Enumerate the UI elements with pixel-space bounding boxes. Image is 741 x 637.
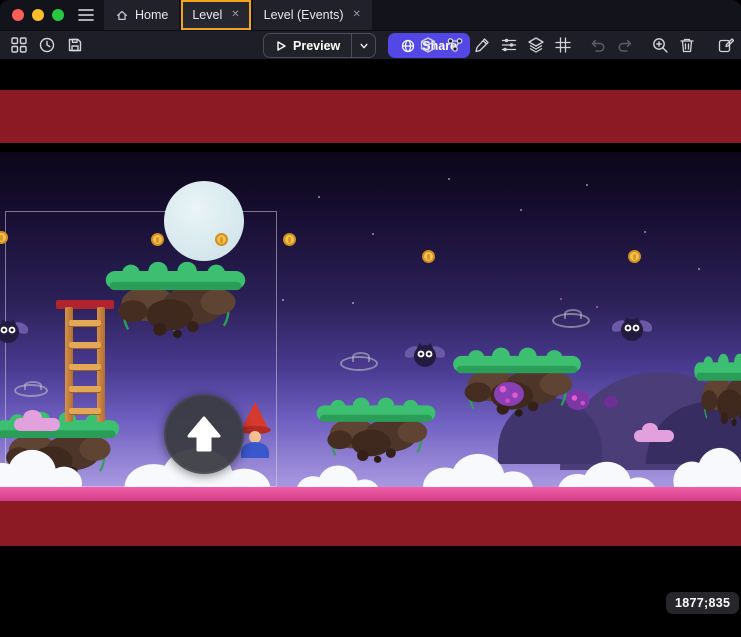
chevron-down-icon xyxy=(359,41,369,51)
star xyxy=(586,184,588,186)
preview-label: Preview xyxy=(293,39,340,53)
ladder-rung xyxy=(69,408,101,414)
grid-button[interactable] xyxy=(552,34,574,56)
owl-enemy-object[interactable] xyxy=(0,316,28,346)
grass-platform[interactable] xyxy=(98,260,253,344)
app-window: Home Level ✕ Level (Events) ✕ xyxy=(0,0,741,637)
purple-bush-object[interactable] xyxy=(566,390,590,410)
ufo-outline-object[interactable] xyxy=(552,313,590,328)
coin-object[interactable] xyxy=(283,233,296,246)
tab-bar: Home Level ✕ Level (Events) ✕ xyxy=(104,0,374,30)
star xyxy=(448,178,450,180)
objects-icon xyxy=(419,36,437,54)
ladder-rung xyxy=(69,364,101,370)
play-icon xyxy=(275,40,287,52)
star xyxy=(596,306,598,308)
star xyxy=(560,298,562,300)
star xyxy=(698,268,700,270)
toolbar-right-group xyxy=(417,34,737,56)
groups-icon xyxy=(446,36,464,54)
delete-button[interactable] xyxy=(676,34,698,56)
purple-bush-object[interactable] xyxy=(604,396,618,408)
tab-level-events[interactable]: Level (Events) ✕ xyxy=(253,0,372,30)
tab-close-icon[interactable]: ✕ xyxy=(353,10,361,20)
coin-object[interactable] xyxy=(422,250,435,263)
undo-icon xyxy=(589,36,607,54)
scene-edit-icon xyxy=(717,36,735,54)
star xyxy=(318,196,320,198)
tab-label: Level (Events) xyxy=(264,8,344,22)
tab-label: Level xyxy=(192,8,222,22)
globe-icon xyxy=(401,39,415,53)
instances-list-icon xyxy=(500,36,518,54)
ladder-rung xyxy=(69,386,101,392)
title-bar: Home Level ✕ Level (Events) ✕ xyxy=(0,0,741,30)
star xyxy=(282,299,284,301)
toolbar: Preview Share xyxy=(0,30,741,59)
owl-enemy-object[interactable] xyxy=(612,314,652,344)
pencil-icon xyxy=(473,36,491,54)
grid-icon xyxy=(554,36,572,54)
grass-platform[interactable] xyxy=(690,352,741,432)
pink-cloud-object[interactable] xyxy=(14,418,60,431)
maximize-window-button[interactable] xyxy=(52,9,64,21)
cursor-coordinates-badge: 1877;835 xyxy=(666,592,739,614)
redo-button[interactable] xyxy=(614,34,636,56)
pink-cloud-object[interactable] xyxy=(634,430,674,442)
moon-object[interactable] xyxy=(164,181,244,261)
undo-button[interactable] xyxy=(587,34,609,56)
main-menu-button[interactable] xyxy=(78,8,94,22)
preview-button[interactable]: Preview xyxy=(264,34,351,57)
ladder-rung xyxy=(69,320,101,326)
ladder-object[interactable] xyxy=(60,300,110,422)
zoom-button[interactable] xyxy=(649,34,671,56)
ladder-rung xyxy=(69,342,101,348)
history-icon xyxy=(38,36,56,54)
project-manager-icon xyxy=(10,36,28,54)
coin-object[interactable] xyxy=(628,250,641,263)
layers-icon xyxy=(527,36,545,54)
instances-list-button[interactable] xyxy=(498,34,520,56)
ufo-outline-object[interactable] xyxy=(14,384,48,397)
star xyxy=(520,209,522,211)
bottom-red-band-object[interactable] xyxy=(0,501,741,546)
star xyxy=(372,233,374,235)
coin-object[interactable] xyxy=(151,233,164,246)
tab-label: Home xyxy=(135,8,168,22)
top-red-band-object[interactable] xyxy=(0,90,741,143)
tab-level[interactable]: Level ✕ xyxy=(181,0,250,30)
layers-editor-button[interactable] xyxy=(525,34,547,56)
project-manager-button[interactable] xyxy=(8,34,30,56)
objects-editor-button[interactable] xyxy=(417,34,439,56)
redo-icon xyxy=(616,36,634,54)
tab-home[interactable]: Home xyxy=(104,0,179,30)
preview-split-button[interactable]: Preview xyxy=(263,33,376,58)
edit-button[interactable] xyxy=(471,34,493,56)
home-icon xyxy=(115,8,129,22)
zoom-in-icon xyxy=(651,36,669,54)
tab-close-icon[interactable]: ✕ xyxy=(231,10,239,20)
window-controls xyxy=(0,9,64,21)
owl-enemy-object[interactable] xyxy=(405,340,445,370)
coin-object[interactable] xyxy=(215,233,228,246)
trash-icon xyxy=(678,36,696,54)
ufo-outline-object[interactable] xyxy=(340,356,378,371)
pink-ground-strip-object[interactable] xyxy=(0,487,741,501)
up-arrow-icon xyxy=(187,416,221,452)
scene-canvas[interactable]: 1877;835 xyxy=(0,0,741,637)
toolbar-left-group xyxy=(8,34,86,56)
scene-edit-button[interactable] xyxy=(715,34,737,56)
touch-up-arrow-button-object[interactable] xyxy=(164,394,244,474)
close-window-button[interactable] xyxy=(12,9,24,21)
star xyxy=(352,302,354,304)
save-button[interactable] xyxy=(64,34,86,56)
hamburger-icon xyxy=(78,8,94,22)
minimize-window-button[interactable] xyxy=(32,9,44,21)
history-button[interactable] xyxy=(36,34,58,56)
save-icon xyxy=(66,36,84,54)
preview-options-button[interactable] xyxy=(352,34,375,57)
groups-editor-button[interactable] xyxy=(444,34,466,56)
star xyxy=(644,231,646,233)
purple-bush-object[interactable] xyxy=(494,382,524,406)
